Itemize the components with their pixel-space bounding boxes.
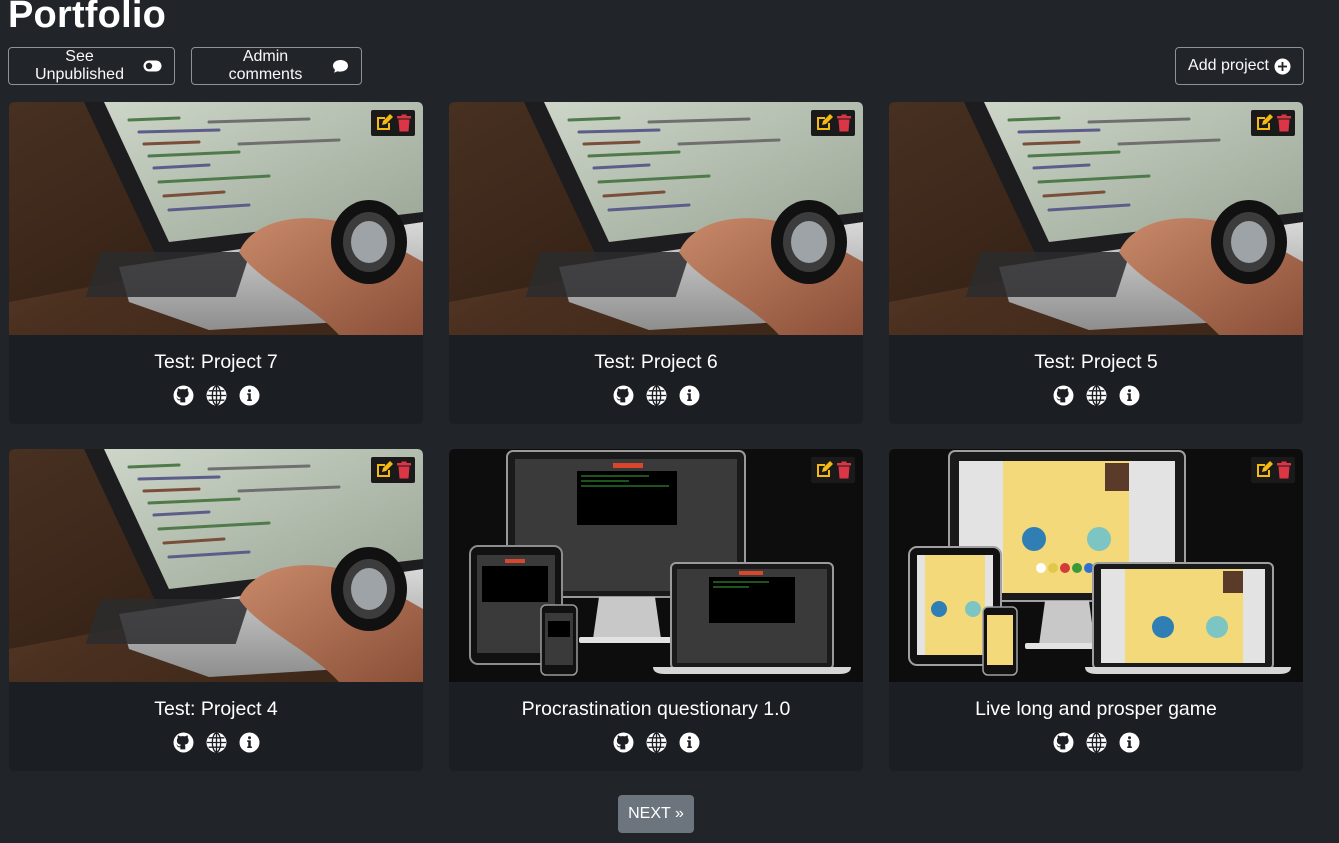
card-actions — [811, 110, 855, 136]
github-icon[interactable] — [1053, 732, 1074, 753]
see-unpublished-label: See Unpublished — [35, 48, 124, 83]
card-actions — [371, 110, 415, 136]
project-title: Test: Project 4 — [154, 698, 278, 720]
project-thumbnail[interactable] — [9, 449, 423, 682]
page-edge — [1317, 0, 1339, 843]
project-card: Test: Project 7 — [9, 102, 423, 424]
project-card: Test: Project 6 — [449, 102, 863, 424]
project-title: Live long and prosper game — [975, 698, 1217, 720]
github-icon[interactable] — [173, 732, 194, 753]
project-card: Live long and prosper game — [889, 449, 1303, 771]
see-unpublished-button[interactable]: See Unpublished — [8, 47, 175, 85]
card-actions — [1251, 457, 1295, 483]
trash-icon[interactable] — [836, 114, 852, 132]
card-actions — [1251, 110, 1295, 136]
project-links — [449, 732, 863, 753]
globe-icon[interactable] — [1086, 385, 1107, 406]
trash-icon[interactable] — [396, 461, 412, 479]
project-thumbnail[interactable] — [889, 102, 1303, 335]
project-title: Test: Project 7 — [154, 351, 278, 373]
trash-icon[interactable] — [836, 461, 852, 479]
info-icon[interactable] — [679, 385, 700, 406]
info-icon[interactable] — [239, 385, 260, 406]
project-card: Test: Project 5 — [889, 102, 1303, 424]
edit-icon[interactable] — [815, 114, 834, 132]
github-icon[interactable] — [1053, 385, 1074, 406]
project-links — [9, 732, 423, 753]
project-links — [889, 732, 1303, 753]
info-icon[interactable] — [1119, 732, 1140, 753]
project-title: Procrastination questionary 1.0 — [521, 698, 791, 720]
project-title: Test: Project 6 — [594, 351, 718, 373]
globe-icon[interactable] — [646, 732, 667, 753]
project-links — [9, 385, 423, 406]
project-thumbnail[interactable] — [449, 449, 863, 682]
project-thumbnail[interactable] — [889, 449, 1303, 682]
github-icon[interactable] — [613, 732, 634, 753]
edit-icon[interactable] — [1255, 461, 1274, 479]
project-links — [449, 385, 863, 406]
plus-circle-icon — [1274, 58, 1291, 75]
project-card: Test: Project 4 — [9, 449, 423, 771]
next-page-button[interactable]: NEXT » — [618, 795, 694, 833]
comment-icon — [332, 59, 349, 74]
trash-icon[interactable] — [1276, 114, 1292, 132]
info-icon[interactable] — [1119, 385, 1140, 406]
project-title: Test: Project 5 — [1034, 351, 1158, 373]
edit-icon[interactable] — [375, 114, 394, 132]
trash-icon[interactable] — [396, 114, 412, 132]
globe-icon[interactable] — [206, 385, 227, 406]
edit-icon[interactable] — [375, 461, 394, 479]
info-icon[interactable] — [239, 732, 260, 753]
card-actions — [811, 457, 855, 483]
card-actions — [371, 457, 415, 483]
globe-icon[interactable] — [1086, 732, 1107, 753]
admin-comments-button[interactable]: Admin comments — [191, 47, 362, 85]
add-project-button[interactable]: Add project — [1175, 47, 1304, 85]
add-project-label: Add project — [1188, 57, 1269, 74]
project-thumbnail[interactable] — [9, 102, 423, 335]
globe-icon[interactable] — [206, 732, 227, 753]
github-icon[interactable] — [613, 385, 634, 406]
page-title: Portfolio — [8, 0, 166, 36]
project-links — [889, 385, 1303, 406]
trash-icon[interactable] — [1276, 461, 1292, 479]
edit-icon[interactable] — [815, 461, 834, 479]
admin-comments-label: Admin comments — [228, 48, 303, 83]
edit-icon[interactable] — [1255, 114, 1274, 132]
info-icon[interactable] — [679, 732, 700, 753]
project-card: Procrastination questionary 1.0 — [449, 449, 863, 771]
github-icon[interactable] — [173, 385, 194, 406]
toggle-icon — [143, 60, 162, 72]
globe-icon[interactable] — [646, 385, 667, 406]
project-thumbnail[interactable] — [449, 102, 863, 335]
